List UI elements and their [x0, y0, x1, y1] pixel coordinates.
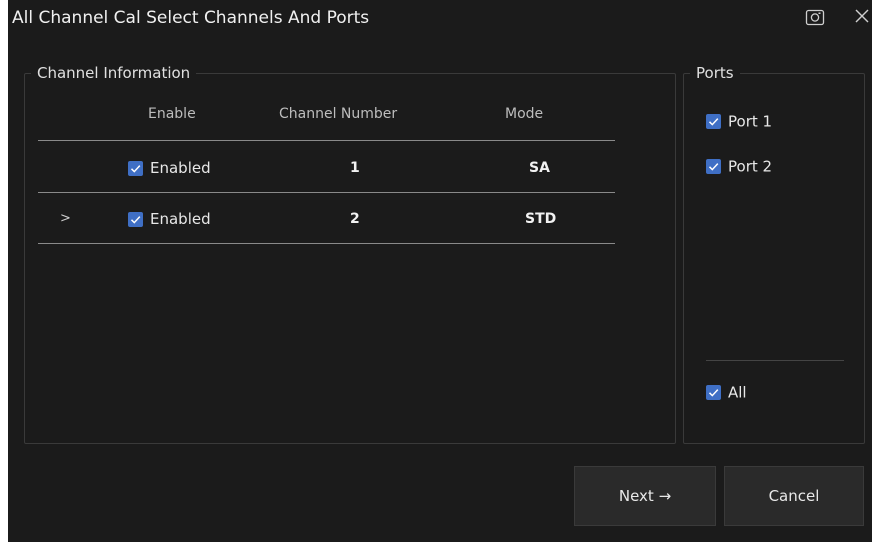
port-label: Port 1	[728, 112, 773, 131]
ports-divider	[706, 360, 844, 361]
mode-value: STD	[525, 211, 557, 227]
title-bar: All Channel Cal Select Channels And Port…	[8, 0, 872, 40]
port-2-checkbox[interactable]: Port 2	[706, 155, 772, 177]
dialog-title: All Channel Cal Select Channels And Port…	[12, 8, 370, 28]
channel-number: 1	[350, 160, 360, 176]
table-row-divider	[38, 243, 615, 244]
enable-checkbox[interactable]: Enabled	[128, 194, 211, 244]
table-row-divider	[38, 192, 615, 193]
channel-information-legend: Channel Information	[37, 64, 191, 82]
column-header-enable: Enable	[148, 106, 196, 122]
cancel-button[interactable]: Cancel	[724, 466, 864, 526]
channel-number: 2	[350, 211, 360, 227]
checkbox-checked-icon	[706, 114, 721, 129]
dialog: All Channel Cal Select Channels And Port…	[8, 0, 872, 542]
column-header-mode: Mode	[505, 106, 544, 122]
table-header-divider	[38, 140, 615, 141]
enable-label: Enabled	[150, 159, 211, 177]
ports-legend: Ports	[696, 64, 734, 82]
enable-checkbox[interactable]: Enabled	[128, 143, 211, 193]
port-1-checkbox[interactable]: Port 1	[706, 110, 772, 132]
enable-label: Enabled	[150, 210, 211, 228]
all-label: All	[728, 383, 747, 402]
checkbox-checked-icon	[706, 385, 721, 400]
all-ports-checkbox[interactable]: All	[706, 381, 747, 403]
camera-icon[interactable]	[805, 8, 825, 26]
checkbox-checked-icon	[128, 160, 143, 176]
column-header-channel-number: Channel Number	[279, 106, 398, 122]
checkbox-checked-icon	[706, 159, 721, 174]
table-row[interactable]: > Enabled 2 STD	[38, 194, 615, 244]
row-indicator: >	[60, 211, 71, 226]
checkbox-checked-icon	[128, 211, 143, 227]
close-icon[interactable]	[852, 6, 872, 26]
table-row[interactable]: Enabled 1 SA	[38, 143, 615, 193]
mode-value: SA	[529, 160, 550, 176]
port-label: Port 2	[728, 157, 773, 176]
next-button[interactable]: Next →	[574, 466, 716, 526]
